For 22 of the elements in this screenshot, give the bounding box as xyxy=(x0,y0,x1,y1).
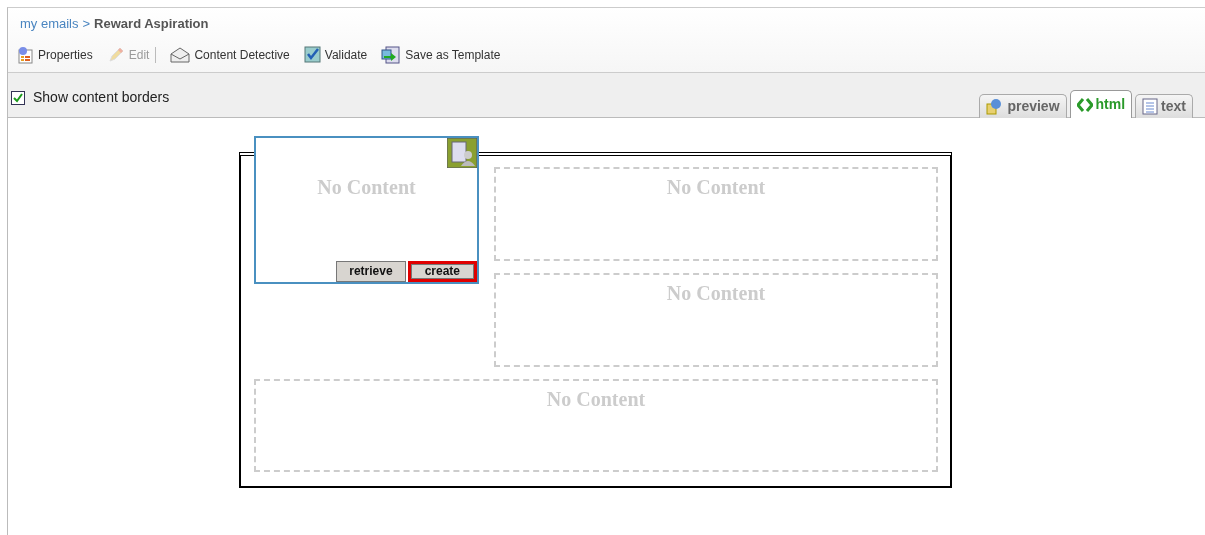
checkbox-label: Show content borders xyxy=(33,88,170,107)
code-brackets-icon xyxy=(1076,97,1093,112)
text-document-icon xyxy=(1142,98,1159,115)
save-template-button[interactable]: Save as Template xyxy=(381,45,501,64)
action-button[interactable]: retrieve xyxy=(336,261,406,282)
checkbox[interactable] xyxy=(11,90,25,105)
properties-button[interactable]: Properties xyxy=(16,45,93,64)
view-tab[interactable]: html xyxy=(1069,90,1133,118)
checkbox-icon xyxy=(303,46,321,63)
breadcrumb-link[interactable]: my emails xyxy=(20,16,79,31)
view-tab[interactable]: preview xyxy=(979,94,1067,118)
content-detective-button[interactable]: Content Detective xyxy=(170,45,290,64)
action-button[interactable]: create xyxy=(407,261,477,282)
properties-icon xyxy=(16,45,34,64)
breadcrumb-separator: > xyxy=(82,16,91,31)
validate-button[interactable]: Validate xyxy=(303,45,368,64)
view-tab[interactable]: text xyxy=(1135,94,1193,118)
envelope-icon xyxy=(170,46,191,63)
pencil-icon xyxy=(106,45,125,64)
save-template-icon xyxy=(381,45,402,64)
content-block-icon[interactable] xyxy=(447,138,477,168)
breadcrumb-current: Reward Aspiration xyxy=(94,16,209,31)
